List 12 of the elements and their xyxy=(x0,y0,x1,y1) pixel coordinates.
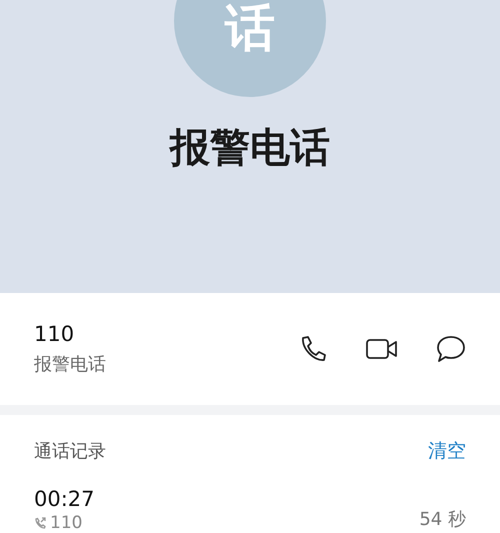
avatar: 话 xyxy=(174,0,326,97)
section-title: 通话记录 xyxy=(34,440,106,463)
outgoing-call-icon xyxy=(34,517,46,529)
contact-name: 报警电话 xyxy=(170,125,330,171)
phone-number: 110 xyxy=(34,322,76,346)
clear-button[interactable]: 清空 xyxy=(428,438,466,464)
number-label: 报警电话 xyxy=(34,353,106,376)
video-camera-icon[interactable] xyxy=(366,338,398,360)
call-duration: 54 秒 xyxy=(419,508,466,531)
chat-bubble-icon[interactable] xyxy=(436,335,466,363)
call-number: 110 xyxy=(50,513,82,533)
call-time: 00:27 xyxy=(34,487,95,511)
